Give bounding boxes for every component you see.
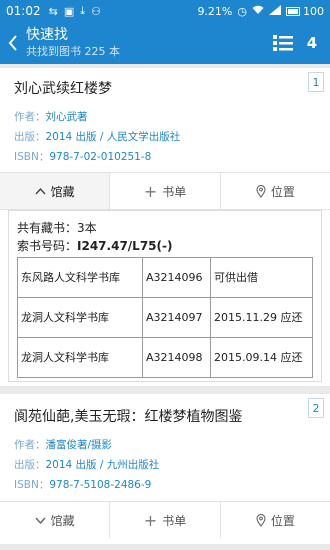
signal-icon xyxy=(269,4,281,18)
book-isbn: 978-7-5108-2486-9 xyxy=(49,479,152,491)
book-publish-row: 出版：2014 出版 / 人民文学出版社 xyxy=(14,129,180,144)
book-author-row: 作者：潘富俊著/摄影 xyxy=(14,437,112,452)
location-button[interactable]: 位置 xyxy=(221,173,330,209)
notification-icons: ⇆ ▣ ⤓ ⚇ xyxy=(49,4,101,18)
alarm-icon: ◷ xyxy=(237,4,247,18)
header-titles: 快速找 共找到图书 225 本 xyxy=(26,27,120,59)
book-title[interactable]: 阆苑仙葩,美玉无瑕：红楼梦植物图鉴 xyxy=(14,406,242,426)
wifi-icon xyxy=(252,5,264,18)
book-actions: 馆藏 + 书单 位置 xyxy=(0,173,330,209)
table-row: 东风路人文科学书库 A3214096 可供出借 xyxy=(17,257,313,298)
status-right: 9.21% ◷ 100 xyxy=(197,4,324,18)
callno-row: 索书号码：I247.47/L75(-) xyxy=(17,237,172,254)
book-index: 1 xyxy=(308,72,324,92)
publish-label: 出版： xyxy=(14,459,46,471)
status-cell: 2015.11.29 应还 xyxy=(210,297,313,338)
result-count: 共找到图书 225 本 xyxy=(26,45,120,58)
book-isbn: 978-7-02-010251-8 xyxy=(49,151,152,163)
location-pin-icon xyxy=(256,513,266,527)
copies-label: 共有藏书： xyxy=(17,221,78,235)
page-number: 4 xyxy=(306,34,318,52)
library-cell: 龙洞人文科学书库 xyxy=(17,337,143,378)
publish-label: 出版： xyxy=(14,131,46,143)
book-author[interactable]: 潘富俊著/摄影 xyxy=(46,439,113,451)
callno-label: 索书号码： xyxy=(17,239,78,253)
library-cell: 龙洞人文科学书库 xyxy=(17,297,143,338)
book-isbn-row: ISBN：978-7-02-010251-8 xyxy=(14,149,151,164)
library-cell: 东风路人文科学书库 xyxy=(17,257,143,298)
holdings-panel: 共有藏书：3本 索书号码：I247.47/L75(-) 东风路人文科学书库 A3… xyxy=(8,210,322,382)
battery-percent: 9.21% xyxy=(197,4,233,18)
book-card[interactable]: 1 刘心武续红楼梦 作者：刘心武著 出版：2014 出版 / 人民文学出版社 I… xyxy=(0,68,330,386)
author-label: 作者： xyxy=(14,111,46,123)
isbn-label: ISBN： xyxy=(14,151,50,163)
chevron-left-icon xyxy=(8,35,17,51)
usb-icon: ⇆ xyxy=(48,4,58,18)
book-index: 2 xyxy=(308,398,324,418)
list-menu-button[interactable] xyxy=(272,33,294,53)
book-publish-row: 出版：2014 出版 / 九州出版社 xyxy=(14,457,159,472)
book-card[interactable]: 2 阆苑仙葩,美玉无瑕：红楼梦植物图鉴 作者：潘富俊著/摄影 出版：2014 出… xyxy=(0,394,330,544)
book-title[interactable]: 刘心武续红楼梦 xyxy=(14,78,112,98)
barcode-cell: A3214097 xyxy=(142,297,211,338)
status-cell: 2015.09.14 应还 xyxy=(210,337,313,378)
location-button[interactable]: 位置 xyxy=(221,502,330,538)
location-pin-icon xyxy=(256,184,266,198)
barcode-cell: A3214096 xyxy=(142,257,211,298)
location-label: 位置 xyxy=(270,513,295,528)
holdings-button[interactable]: 馆藏 xyxy=(0,502,111,538)
table-row: 龙洞人文科学书库 A3214098 2015.09.14 应还 xyxy=(17,337,313,378)
book-publish: 2014 出版 / 九州出版社 xyxy=(45,459,160,471)
isbn-label: ISBN： xyxy=(14,479,50,491)
call-number: I247.47/L75(-) xyxy=(77,239,173,253)
booklist-button[interactable]: + 书单 xyxy=(110,502,221,538)
status-bar: 01:02 ⇆ ▣ ⤓ ⚇ 9.21% ◷ 100 xyxy=(0,0,330,22)
book-author-row: 作者：刘心武著 xyxy=(14,109,88,124)
location-label: 位置 xyxy=(270,184,295,199)
book-publish: 2014 出版 / 人民文学出版社 xyxy=(45,131,181,143)
plus-icon: + xyxy=(143,510,158,530)
status-time: 01:02 xyxy=(6,4,41,18)
holdings-label: 馆藏 xyxy=(50,184,75,199)
battery-level: 100 xyxy=(303,4,324,18)
book-actions: 馆藏 + 书单 位置 xyxy=(0,502,330,538)
back-button[interactable] xyxy=(0,22,26,64)
app-header: 快速找 共找到图书 225 本 4 xyxy=(0,22,330,64)
holdings-button[interactable]: 馆藏 xyxy=(0,173,111,209)
table-row: 龙洞人文科学书库 A3214097 2015.11.29 应还 xyxy=(17,297,313,338)
list-icon xyxy=(273,35,293,51)
page-title: 快速找 xyxy=(26,27,68,43)
book-author[interactable]: 刘心武著 xyxy=(46,111,88,123)
booklist-label: 书单 xyxy=(162,513,187,528)
status-cell: 可供出借 xyxy=(210,257,313,298)
copies-count: 3本 xyxy=(77,221,97,235)
book-isbn-row: ISBN：978-7-5108-2486-9 xyxy=(14,477,151,492)
plus-icon: + xyxy=(143,181,158,201)
holdings-label: 馆藏 xyxy=(50,513,75,528)
copies-row: 共有藏书：3本 xyxy=(17,219,97,236)
chevron-up-icon xyxy=(35,187,46,194)
author-label: 作者： xyxy=(14,439,46,451)
holdings-table: 东风路人文科学书库 A3214096 可供出借 龙洞人文科学书库 A321409… xyxy=(17,257,313,378)
chevron-down-icon xyxy=(35,517,46,524)
barcode-cell: A3214098 xyxy=(142,337,211,378)
battery-icon: 100 xyxy=(286,5,324,18)
share-icon: ⚇ xyxy=(91,4,101,18)
booklist-button[interactable]: + 书单 xyxy=(110,173,221,209)
download-icon: ⤓ xyxy=(80,4,86,17)
booklist-label: 书单 xyxy=(162,184,187,199)
image-icon: ▣ xyxy=(63,4,75,18)
